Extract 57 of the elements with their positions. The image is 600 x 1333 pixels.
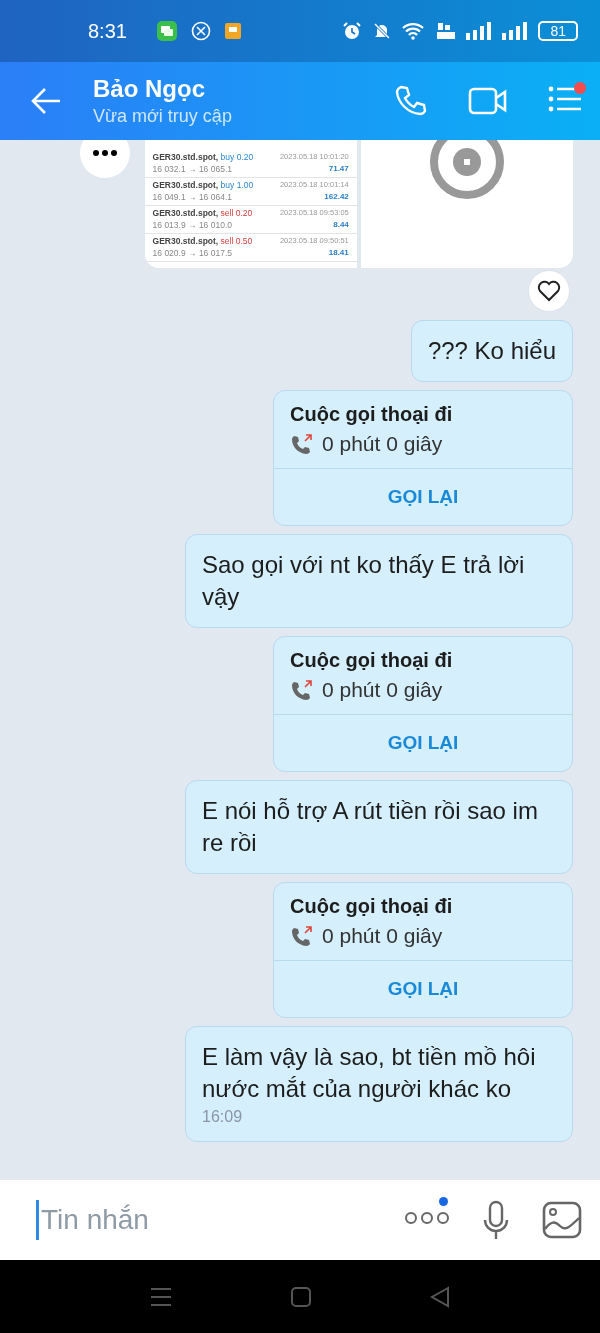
home-icon[interactable] [290, 1285, 312, 1308]
call-duration: 0 phút 0 giây [322, 924, 443, 948]
more-icon[interactable] [404, 1211, 450, 1225]
trade-order: GER30.std.spot, sell 0.20 [152, 208, 254, 220]
message-text: Sao gọi với nt ko thấy E trả lời vậy [202, 551, 525, 610]
app-icon [224, 23, 241, 39]
back-icon[interactable] [430, 1285, 450, 1308]
call-back-button[interactable]: GỌI LẠI [274, 469, 572, 525]
image-message[interactable] [144, 140, 357, 268]
contact-status: Vừa mới truy cập [93, 106, 232, 127]
message-text: E làm vậy là sao, bt tiền mồ hôi nước mắt của người khác ko [202, 1043, 536, 1102]
call-title: Cuộc gọi thoại đi [290, 895, 453, 918]
phone-icon[interactable] [394, 84, 428, 118]
bell-muted-icon [372, 21, 393, 41]
outgoing-call-icon [290, 679, 314, 701]
status-time: 8:31 [88, 19, 127, 43]
call-back-button[interactable]: GỌI LẠI [274, 715, 572, 771]
trade-profit: 8.44 [332, 219, 349, 231]
heart-icon [537, 280, 561, 302]
trade-order: GER30.std.spot, buy 1.00 [152, 180, 255, 192]
like-button[interactable] [528, 270, 570, 312]
message-text: ??? Ko hiểu [427, 337, 556, 364]
trade-profit: 162.42 [323, 191, 349, 203]
trade-prices: 16 013.9 → 16 010.0 [152, 219, 233, 231]
loading-icon [428, 140, 505, 200]
call-duration: 0 phút 0 giây [322, 432, 443, 456]
trade-profit: 71.47 [327, 163, 349, 175]
call-back-button[interactable]: GỌI LẠI [274, 961, 572, 1017]
call-title: Cuộc gọi thoại đi [290, 649, 453, 672]
signal-icon [502, 22, 529, 40]
outgoing-call-icon [290, 433, 314, 455]
signal-icon [466, 22, 493, 40]
message-text: E nói hỗ trợ A rút tiền rồi sao im re rồi [202, 797, 538, 856]
menu-icon[interactable] [548, 86, 582, 112]
trade-prices: 16 020.9 → 16 017.5 [152, 247, 233, 259]
message-input[interactable]: Tin nhắn [36, 1200, 404, 1240]
contact-name: Bảo Ngọc [93, 75, 206, 103]
more-options-button[interactable] [80, 140, 130, 178]
battery-level: 81 [538, 21, 578, 41]
call-title: Cuộc gọi thoại đi [290, 403, 453, 426]
trade-prices: 16 032.1 → 16 065.1 [152, 163, 233, 175]
trade-order: GER30.std.spot, sell 0.50 [152, 236, 254, 248]
image-icon[interactable] [542, 1201, 582, 1239]
trade-prices: 16 049.1 → 16 064.1 [152, 191, 233, 203]
call-duration: 0 phút 0 giây [322, 678, 443, 702]
trade-profit: 18.41 [327, 247, 349, 259]
x-circle-icon [190, 21, 211, 41]
recent-apps-icon[interactable] [150, 1286, 172, 1307]
alarm-icon [342, 21, 363, 41]
outgoing-call-icon [290, 925, 314, 947]
message-composer[interactable]: Tin nhắn [0, 1180, 600, 1260]
chat-app-icon [156, 21, 177, 41]
message-time: 16:09 [202, 1107, 244, 1127]
trade-order: GER30.std.spot, buy 0.20 [152, 152, 255, 164]
video-camera-icon[interactable] [468, 86, 508, 116]
microphone-icon[interactable] [482, 1200, 510, 1240]
more-icon [92, 150, 117, 156]
